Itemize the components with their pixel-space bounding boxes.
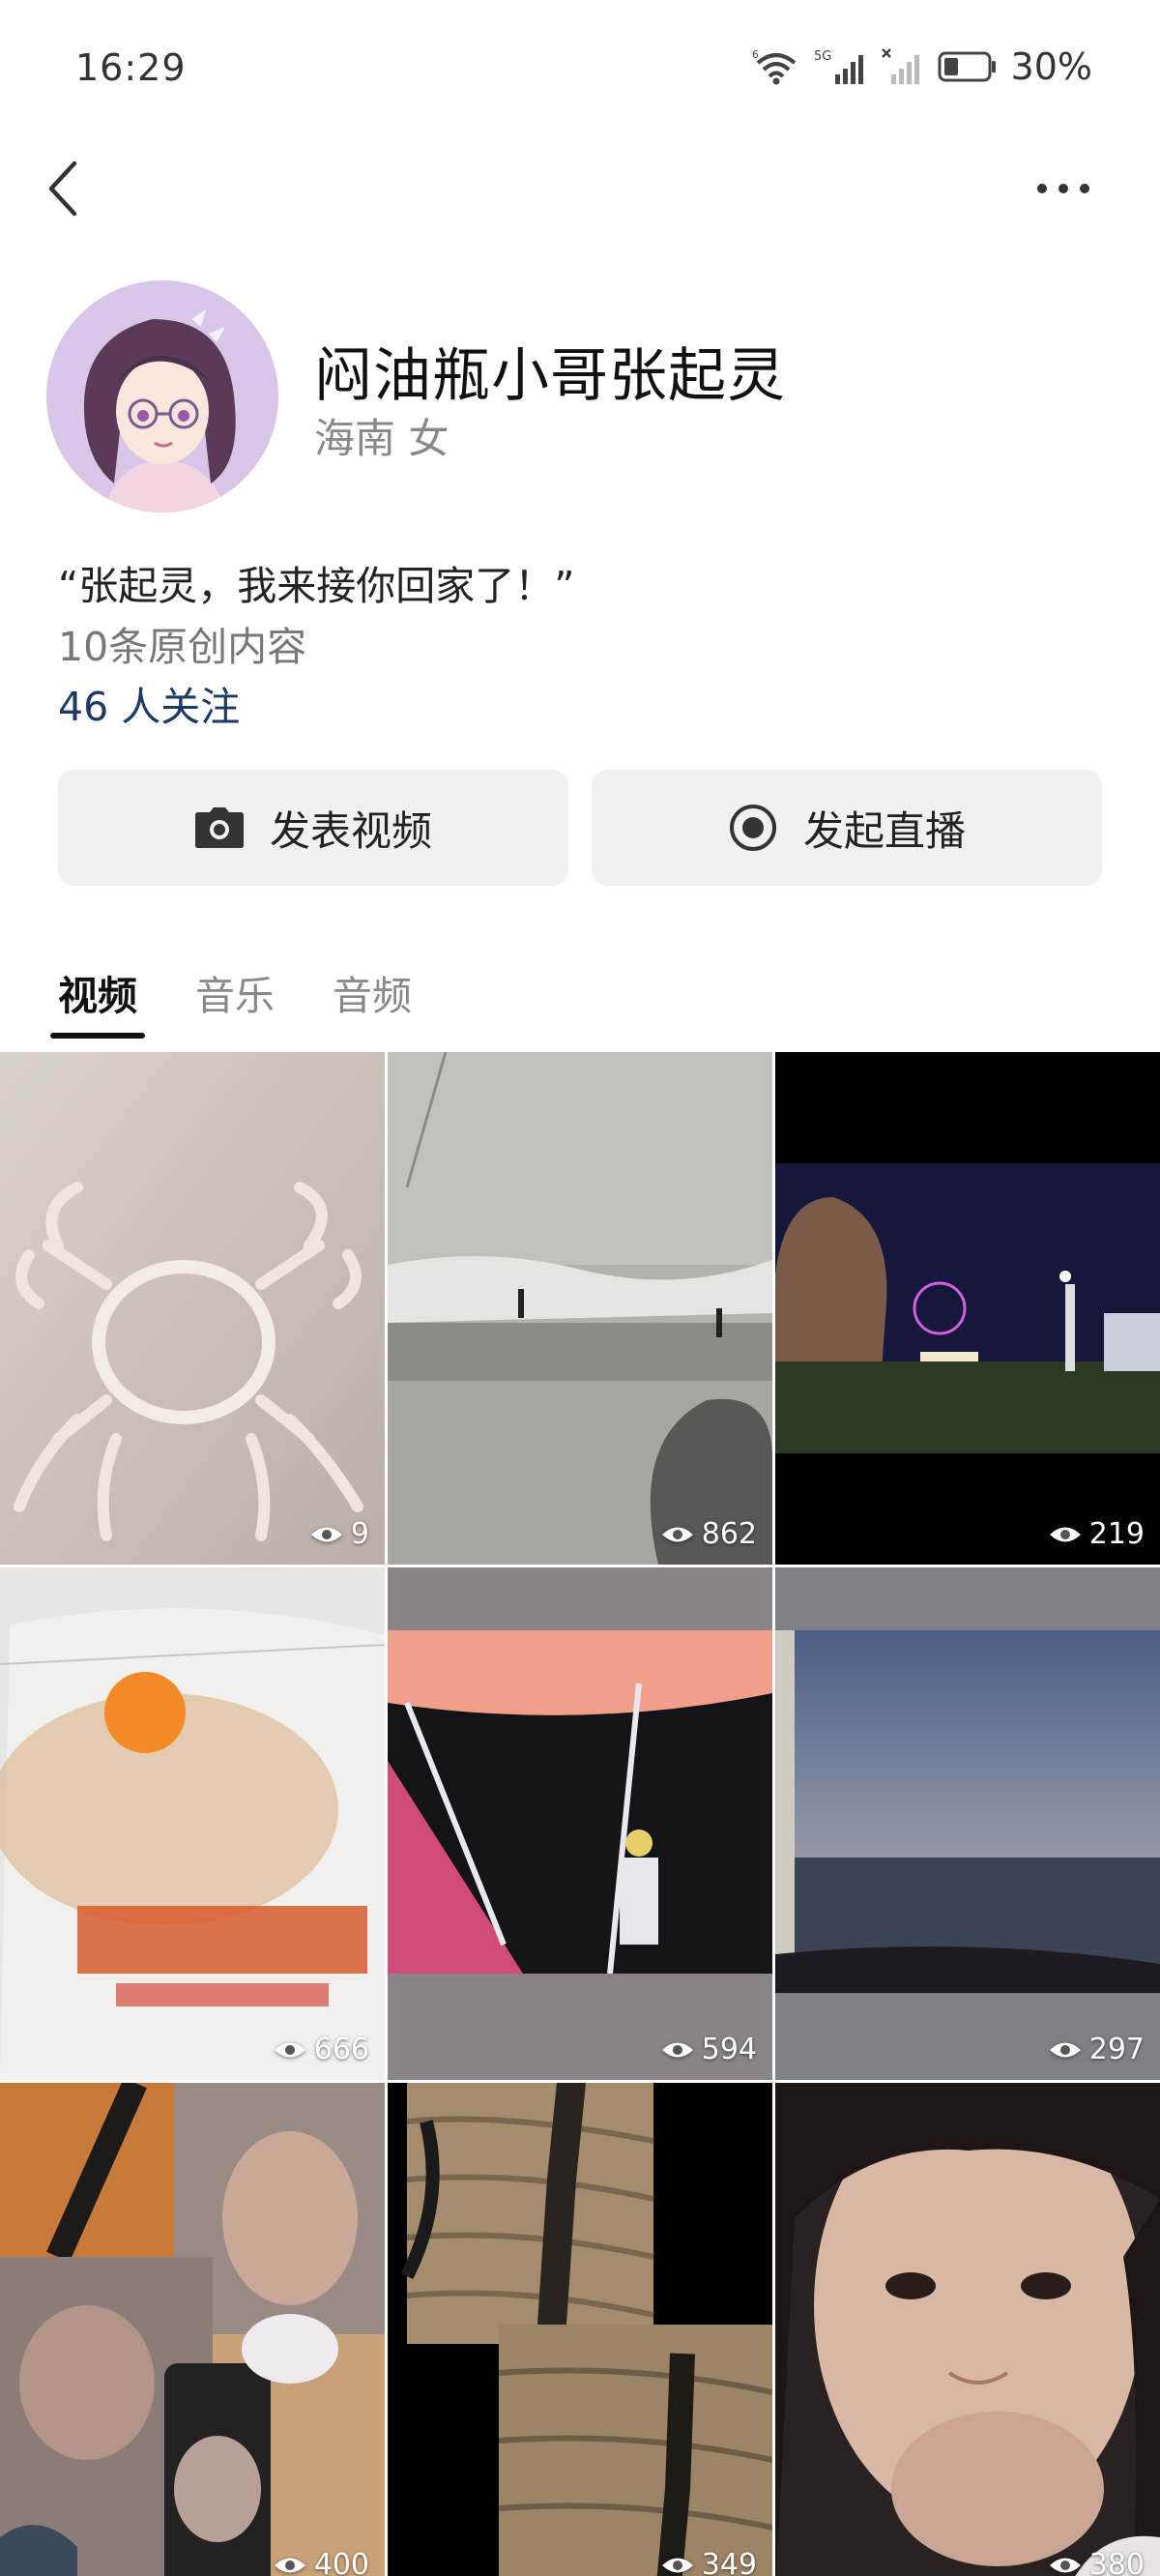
eye-icon [1049,2558,1081,2572]
avatar[interactable] [46,280,278,512]
view-count: 400 [274,2548,369,2576]
view-count: 9 [310,1517,369,1551]
video-thumbnail [775,1052,1160,1565]
video-tile[interactable]: 297 [775,1567,1160,2080]
view-count: 380 [1049,2548,1145,2576]
video-thumbnail [0,1052,385,1565]
profile-bio: “张起灵，我来接你回家了！” [58,563,575,609]
live-record-icon [729,805,776,851]
status-time: 16:29 [75,46,187,89]
eye-icon [310,1527,342,1541]
signal-5g-icon: 5G [814,49,863,84]
content-count: 10条原创内容 [58,624,307,670]
view-count: 219 [1049,1517,1145,1551]
view-count: 594 [661,2033,757,2066]
view-count: 666 [274,2033,369,2066]
back-button[interactable] [33,155,91,222]
eye-icon [661,2042,693,2057]
video-tile[interactable]: 349 [388,2083,772,2576]
view-count: 349 [661,2548,757,2576]
publish-video-button[interactable]: 发表视频 [58,770,568,886]
status-bar: 16:29 6 5G 30% [0,0,1160,135]
video-thumbnail [775,2083,1160,2576]
start-live-button[interactable]: 发起直播 [592,770,1102,886]
eye-icon [274,2558,305,2572]
wifi-icon: 6 [752,48,796,85]
video-tile[interactable]: 594 [388,1567,772,2080]
status-icons: 6 5G 30% [752,44,1092,89]
video-tile[interactable]: 219 [775,1052,1160,1565]
video-thumbnail [388,1052,772,1565]
followers-link[interactable]: 46 人关注 [58,674,240,732]
tab-music[interactable]: 音乐 [195,967,275,1044]
video-thumbnail [0,2083,385,2576]
video-thumbnail [775,1567,1160,2080]
view-count: 862 [661,1517,757,1551]
publish-video-label: 发表视频 [269,806,432,855]
profile-location-gender: 海南 女 [314,415,450,462]
video-tile[interactable]: 9 [0,1052,385,1565]
profile-name: 闷油瓶小哥张起灵 [314,342,786,410]
view-count: 297 [1049,2033,1145,2066]
battery-percentage: 30% [1010,45,1092,88]
video-tile[interactable]: 380 [775,2083,1160,2576]
back-chevron-icon [48,161,77,217]
eye-icon [1049,2042,1081,2057]
tab-video[interactable]: 视频 [50,967,145,1044]
tab-audio[interactable]: 音频 [333,967,412,1044]
video-thumbnail [388,2083,772,2576]
camera-icon [194,807,244,848]
video-tile[interactable]: 666 [0,1567,385,2080]
signal-disabled-icon [881,48,919,84]
eye-icon [661,2558,693,2572]
battery-icon [938,51,996,82]
more-button[interactable] [1025,160,1102,218]
eye-icon [274,2042,305,2057]
more-dots-icon [1037,184,1089,193]
svg-text:6: 6 [752,48,759,61]
video-thumbnail [0,1567,385,2080]
svg-text:5G: 5G [814,49,831,64]
video-tile[interactable]: 400 [0,2083,385,2576]
eye-icon [661,1527,693,1541]
video-tile[interactable]: 862 [388,1052,772,1565]
avatar-illustration [46,280,278,512]
eye-icon [1049,1527,1081,1541]
content-tabs: 视频 音乐 音频 [50,967,412,1044]
start-live-label: 发起直播 [802,806,966,855]
video-thumbnail [388,1567,772,2080]
